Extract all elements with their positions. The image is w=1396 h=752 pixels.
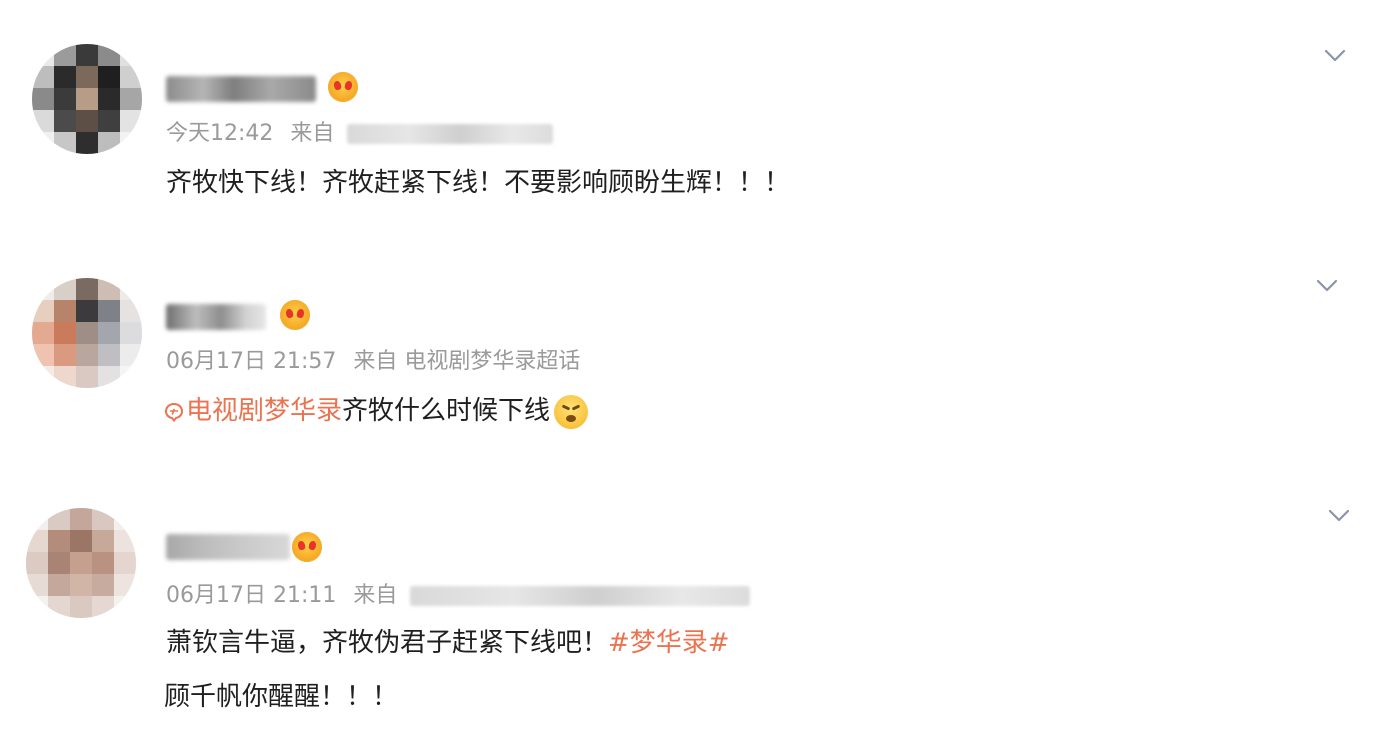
angry-face-emoji [554,394,589,429]
avatar[interactable] [32,44,142,154]
chevron-down-icon[interactable] [1328,504,1350,526]
comment-item: 今天12:42 来自 齐牧快下线！齐牧赶紧下线！不要影响顾盼生辉！！！ [0,0,1396,250]
comment-text: 萧钦言牛逼，齐牧伪君子赶紧下线吧！#梦华录# [166,626,730,660]
source-device[interactable] [347,124,554,144]
username[interactable] [166,76,316,102]
comment-item: 06月17日 21:57 来自 电视剧梦华录超话 电视剧梦华录齐牧什么时候下线 [0,250,1396,490]
username[interactable] [166,534,290,560]
source-supertopic[interactable]: 电视剧梦华录超话 [404,349,580,374]
comment-item: 06月17日 21:11 来自 萧钦言牛逼，齐牧伪君子赶紧下线吧！#梦华录# 顾… [0,490,1396,752]
comment-meta: 06月17日 21:11 来自 [166,582,751,610]
comment-text: 齐牧快下线！齐牧赶紧下线！不要影响顾盼生辉！！！ [166,168,791,198]
source-label: 来自 [353,349,398,374]
super-topic-icon [164,402,184,422]
comment-body: 齐牧什么时候下线 [342,396,551,426]
username[interactable] [166,304,266,330]
source-label: 来自 [290,121,335,146]
source-label: 来自 [353,583,398,608]
comment-text-line2: 顾千帆你醒醒！！！ [164,682,399,712]
comment-body: 萧钦言牛逼，齐牧伪君子赶紧下线吧！ [166,628,609,658]
comment-text: 电视剧梦华录齐牧什么时候下线 [164,394,589,429]
member-crown-badge-icon [292,532,322,562]
member-crown-badge-icon [280,300,310,330]
comment-meta: 06月17日 21:57 来自 电视剧梦华录超话 [166,348,580,376]
comment-time: 06月17日 21:11 [166,583,337,608]
comment-time: 06月17日 21:57 [166,349,337,374]
comment-meta: 今天12:42 来自 [166,120,554,148]
chevron-down-icon[interactable] [1316,274,1338,296]
avatar[interactable] [26,508,136,618]
topic-link[interactable]: 电视剧梦华录 [186,396,342,426]
hashtag-link[interactable]: #梦华录# [608,628,730,658]
member-crown-badge-icon [328,72,358,102]
source-device[interactable] [410,586,751,606]
chevron-down-icon[interactable] [1324,44,1346,66]
avatar[interactable] [32,278,142,388]
comment-time: 今天12:42 [166,121,274,146]
